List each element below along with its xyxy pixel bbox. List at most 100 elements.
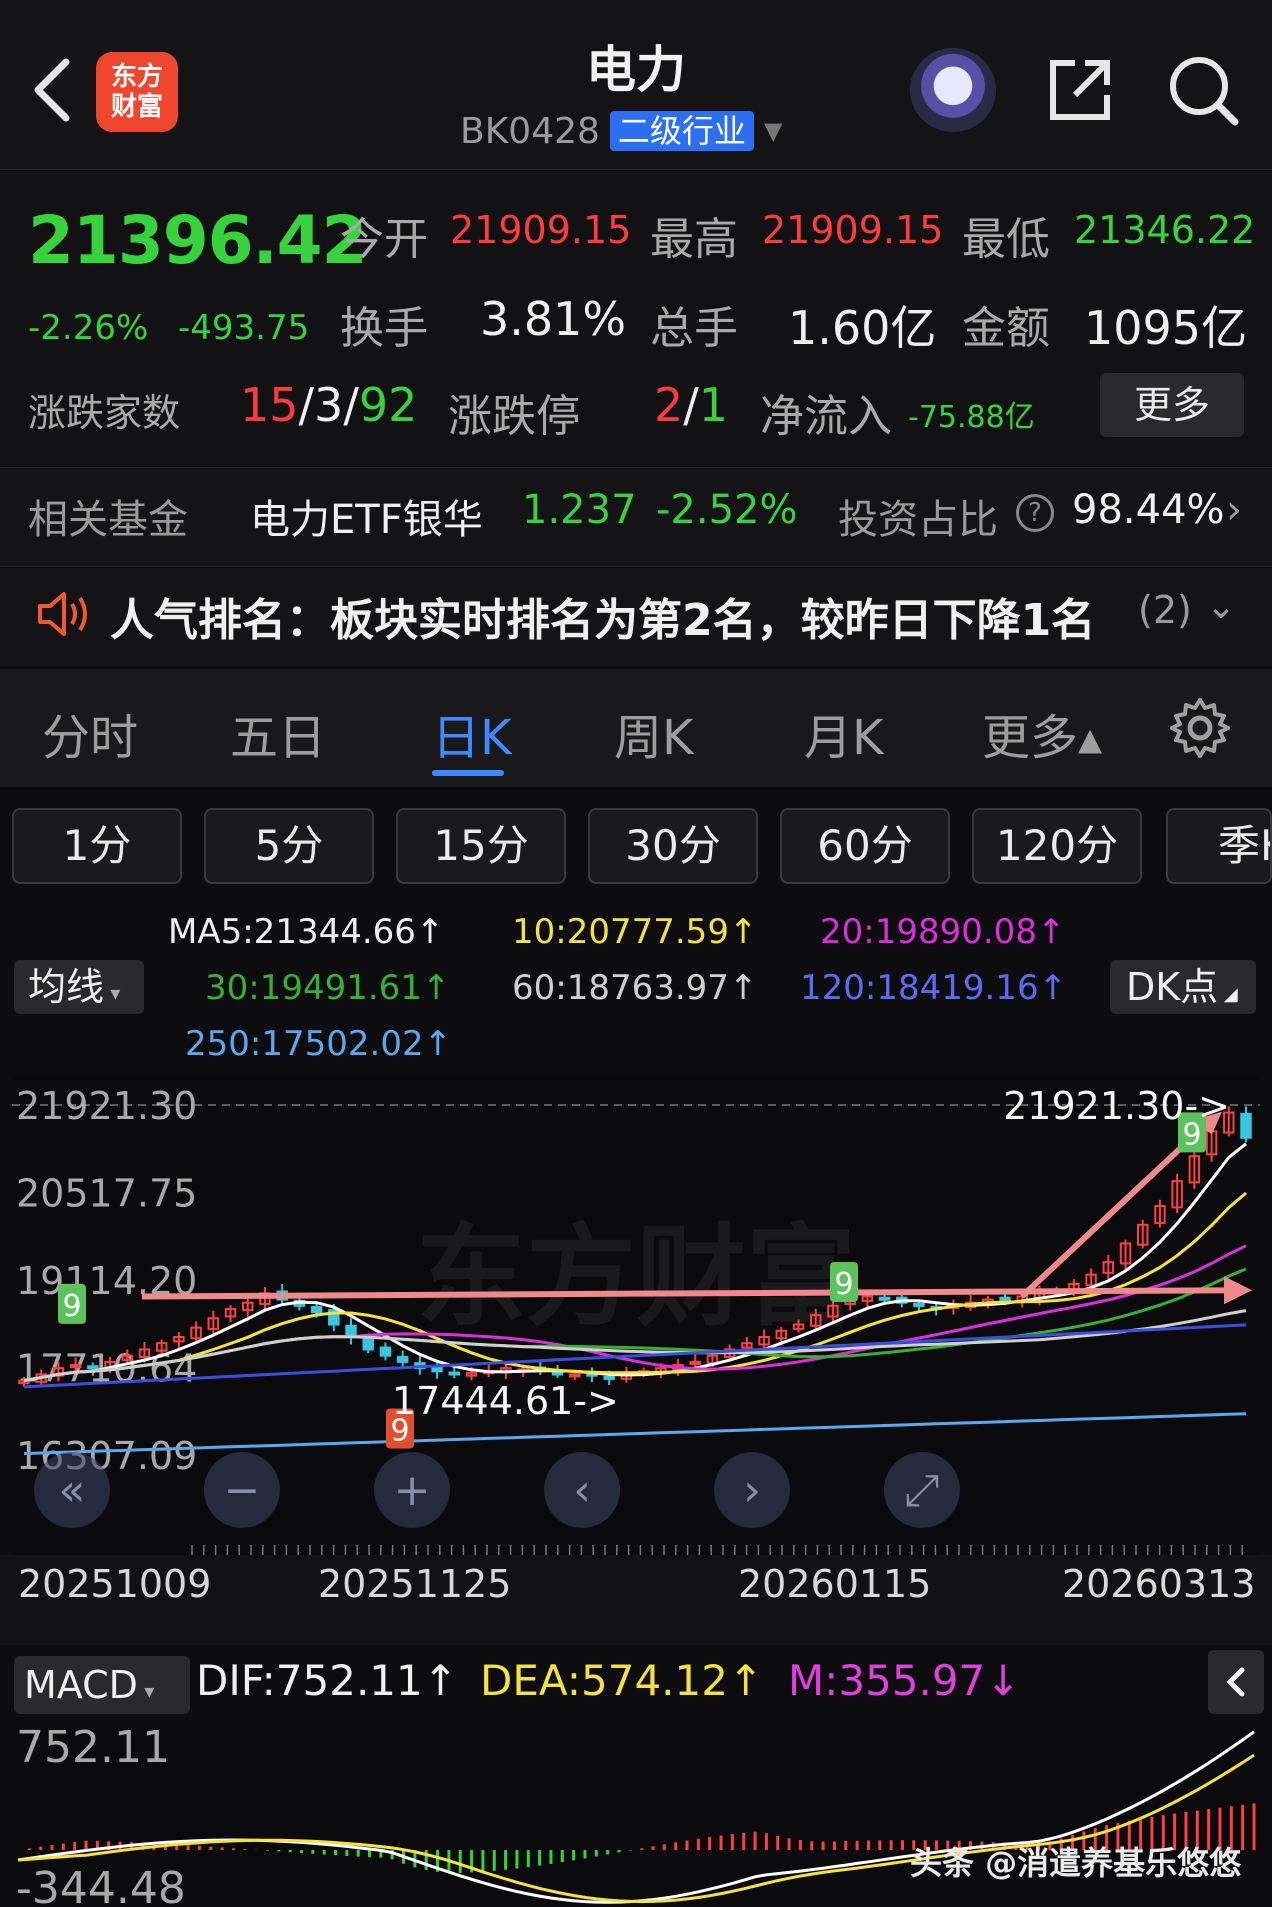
sector-code-row[interactable]: BK0428 二级行业 ▼ [460, 108, 782, 154]
candle-body [448, 1371, 461, 1376]
netflow-label: 净流入 [760, 391, 892, 442]
popularity-count: (2) [1138, 588, 1192, 632]
x-tick-label: 20251009 [18, 1562, 212, 1606]
limit-values: 2/1 [654, 378, 728, 432]
high-label: 最高 [650, 214, 738, 265]
chevron-down-icon[interactable]: ⌄ [1206, 586, 1236, 627]
breadth-up: 15 [240, 378, 299, 432]
netflow-value: -75.88亿 [908, 400, 1035, 435]
macd-y-top-label: 752.11 [16, 1722, 170, 1773]
speaker-icon [36, 588, 92, 644]
scroll-right-icon[interactable]: › [714, 1452, 790, 1528]
candle-body [913, 1302, 925, 1307]
candle-body [379, 1346, 392, 1357]
zoom-in-icon[interactable]: + [374, 1452, 450, 1528]
breadth-label: 涨跌家数 [28, 391, 181, 435]
breadth-flat: 3 [314, 378, 344, 432]
tab-monthly-k[interactable]: 月K [804, 698, 883, 768]
period-60min[interactable]: 60分 [780, 808, 950, 884]
y-tick-label: 21921.30 [16, 1084, 197, 1128]
active-tab-indicator [432, 770, 504, 776]
td-nine-label: 9 [62, 1289, 81, 1324]
period-30min[interactable]: 30分 [588, 808, 758, 884]
open-label: 今开 [340, 214, 428, 265]
help-icon[interactable]: ? [1016, 494, 1054, 532]
candle-body [999, 1296, 1011, 1301]
candle-body [878, 1296, 891, 1301]
tab-five-day[interactable]: 五日 [230, 698, 326, 768]
dk-point-caret-icon: ◢ [1218, 984, 1238, 1005]
last-price: 21396.42 [28, 202, 368, 279]
ma-selector-button[interactable]: 均线 ▾ [14, 960, 144, 1014]
low-label: 最低 [962, 214, 1050, 265]
fund-name[interactable]: 电力ETF银华 [250, 487, 483, 545]
ma20-value: 20:19890.08↑ [820, 912, 1066, 952]
share-icon[interactable] [1045, 55, 1115, 125]
limit-down: 1 [698, 378, 729, 432]
candle-body [362, 1337, 374, 1351]
scroll-left-icon[interactable]: ‹ [544, 1452, 620, 1528]
volume-label: 总手 [650, 303, 738, 354]
macd-selector-button[interactable]: MACD ▾ [14, 1656, 190, 1714]
ratio-value: 98.44% [1072, 487, 1225, 533]
candle-body [569, 1373, 581, 1378]
period-5min[interactable]: 5分 [204, 808, 374, 884]
breadth-values: 15/3/92 [240, 378, 417, 432]
x-tick-label: 20260115 [738, 1562, 932, 1606]
fullscreen-icon[interactable]: ⤢ [884, 1452, 960, 1528]
ma120-value: 120:18419.16↑ [800, 968, 1068, 1008]
macd-m-value: M:355.97↓ [788, 1656, 1021, 1705]
period-quarter-k[interactable]: 季K [1166, 808, 1272, 884]
more-button[interactable]: 更多 [1100, 373, 1244, 437]
rewind-icon[interactable]: « [34, 1452, 110, 1528]
candle-body [396, 1355, 409, 1363]
ratio-label: 投资占比 [838, 497, 998, 543]
ma-selector-label: 均线 [28, 965, 105, 1009]
candlestick-chart[interactable]: 东方财富21921.3020517.7519114.2017710.641630… [12, 1075, 1260, 1555]
volume-value: 1.60亿 [788, 301, 937, 355]
period-1min[interactable]: 1分 [12, 808, 182, 884]
svg-text:›: › [743, 1465, 761, 1516]
candle-body [69, 1364, 82, 1369]
tab-daily-k[interactable]: 日K [432, 698, 511, 768]
ma60-value: 60:18763.97↑ [512, 968, 758, 1008]
collapse-left-icon[interactable] [1208, 1650, 1264, 1714]
candle-body [87, 1365, 99, 1370]
turnover-label: 换手 [340, 303, 428, 354]
tab-timeshare[interactable]: 分时 [42, 698, 138, 768]
svg-text:⤢: ⤢ [904, 1465, 939, 1516]
fund-label: 相关基金 [28, 497, 188, 543]
search-icon[interactable] [1165, 52, 1241, 128]
td-nine-label: 9 [834, 1267, 853, 1302]
x-tick-label: 20260313 [1062, 1562, 1256, 1606]
period-120min[interactable]: 120分 [972, 808, 1142, 884]
chevron-right-icon[interactable]: › [1226, 487, 1242, 533]
settings-gear-icon[interactable] [1168, 696, 1232, 764]
change-value: -493.75 [178, 308, 310, 348]
level-badge: 二级行业 [609, 111, 754, 151]
tab-weekly-k[interactable]: 周K [614, 698, 693, 768]
period-15min[interactable]: 15分 [396, 808, 566, 884]
popularity-text: 人气排名：板块实时排名为第2名，较昨日下降1名 [110, 595, 1096, 646]
turnover-value: 3.81% [480, 292, 627, 346]
zoom-out-icon[interactable]: − [204, 1452, 280, 1528]
limit-up: 2 [654, 378, 684, 432]
dk-point-button[interactable]: DK点 ◢ [1110, 960, 1256, 1014]
ai-assistant-avatar-icon[interactable] [910, 48, 996, 132]
ma-selector-caret-icon: ▾ [104, 981, 121, 1005]
fund-price: 1.237 [522, 487, 637, 533]
ma250-value: 250:17502.02↑ [185, 1024, 453, 1064]
candle-body [1240, 1112, 1252, 1139]
svg-text:«: « [59, 1465, 86, 1516]
dk-point-label: DK点 [1126, 965, 1219, 1009]
amount-value: 1095亿 [1084, 301, 1248, 355]
tab-more[interactable]: 更多▴ [982, 698, 1102, 768]
candle-body [689, 1360, 701, 1365]
limit-label: 涨跌停 [448, 391, 580, 442]
limit-sep: / [683, 378, 699, 432]
high-value: 21909.15 [762, 208, 944, 252]
breadth-sep-1: / [298, 378, 315, 432]
macd-y-bottom-label: -344.48 [16, 1863, 186, 1907]
breadth-sep-2: / [343, 378, 359, 432]
candle-body [310, 1306, 323, 1314]
